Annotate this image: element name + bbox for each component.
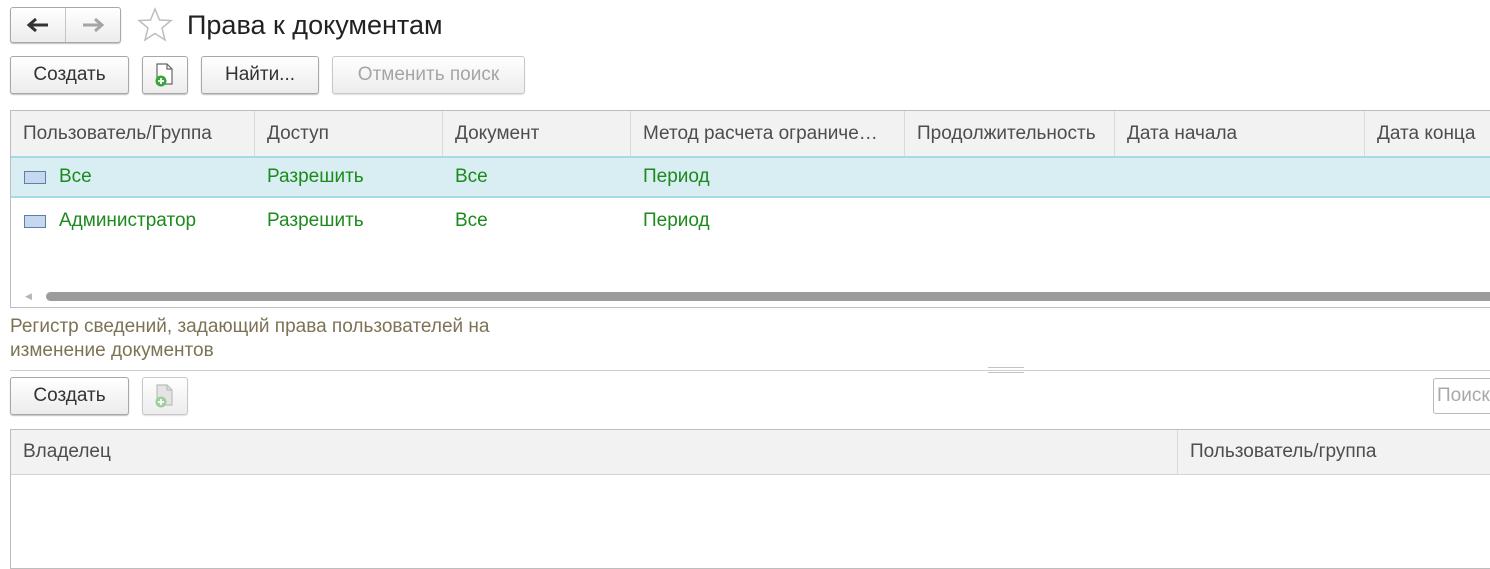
cell-access: Разрешить: [267, 166, 364, 187]
back-button[interactable]: [11, 8, 65, 42]
record-icon: [24, 215, 46, 228]
column-header-owner[interactable]: Владелец: [11, 430, 1178, 474]
forward-button[interactable]: [65, 8, 120, 42]
cell-access: Разрешить: [267, 210, 364, 231]
cell-method: Период: [643, 166, 710, 187]
cell-user: Администратор: [59, 210, 197, 231]
section-divider: [10, 370, 1490, 371]
column-header-user[interactable]: Пользователь/Группа: [11, 111, 255, 156]
add-document-icon: [155, 384, 173, 408]
create-button[interactable]: Создать: [10, 56, 129, 94]
scroll-left-icon[interactable]: ◀: [25, 291, 32, 302]
column-header-method[interactable]: Метод расчета ограниче…: [631, 111, 905, 156]
cancel-search-button[interactable]: Отменить поиск: [332, 56, 525, 94]
search-input[interactable]: [1433, 378, 1490, 414]
record-icon: [24, 171, 46, 184]
cell-document: Все: [455, 210, 488, 231]
horizontal-scrollbar[interactable]: [46, 292, 1490, 301]
table-row[interactable]: Администратор Разрешить Все Период: [11, 200, 1490, 242]
create-owner-button[interactable]: Создать: [10, 377, 129, 415]
star-icon[interactable]: [136, 7, 174, 43]
copy-button[interactable]: [142, 56, 188, 94]
column-header-duration[interactable]: Продолжительность: [905, 111, 1115, 156]
arrow-left-icon: [26, 17, 48, 33]
column-header-access[interactable]: Доступ: [255, 111, 443, 156]
table-header: Владелец Пользователь/группа: [11, 430, 1490, 475]
page-title: Права к документам: [187, 10, 443, 40]
table-header: Пользователь/Группа Доступ Документ Мето…: [11, 111, 1490, 157]
cell-method: Период: [643, 210, 710, 231]
register-description: Регистр сведений, задающий права пользов…: [10, 316, 490, 361]
column-header-user-group[interactable]: Пользователь/группа: [1178, 430, 1490, 474]
rights-table: Пользователь/Группа Доступ Документ Мето…: [10, 110, 1490, 308]
find-button[interactable]: Найти...: [201, 56, 319, 94]
cell-document: Все: [455, 166, 488, 187]
splitter-handle[interactable]: [988, 367, 1024, 373]
column-header-start-date[interactable]: Дата начала: [1115, 111, 1365, 156]
owners-table: Владелец Пользователь/группа: [10, 429, 1490, 569]
copy-owner-button[interactable]: [142, 377, 188, 415]
arrow-right-icon: [83, 17, 105, 33]
table-row[interactable]: Все Разрешить Все Период: [11, 156, 1490, 198]
navigation-buttons: [10, 7, 121, 43]
column-header-document[interactable]: Документ: [443, 111, 631, 156]
add-document-icon: [155, 63, 173, 87]
cell-user: Все: [59, 166, 92, 187]
column-header-end-date[interactable]: Дата конца: [1365, 111, 1490, 156]
